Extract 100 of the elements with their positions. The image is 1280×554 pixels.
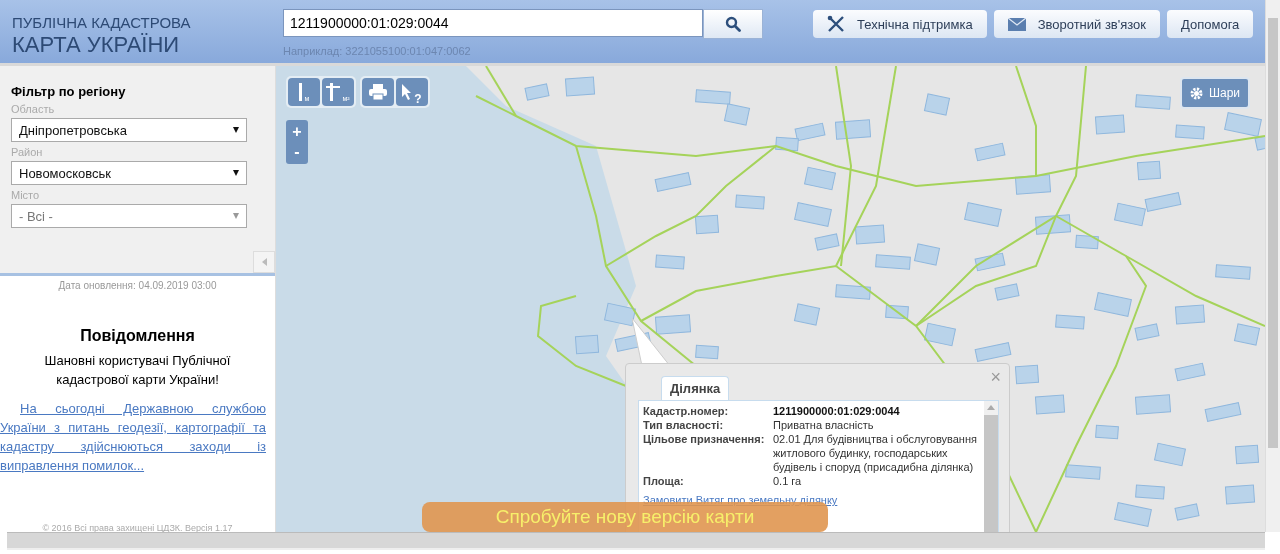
- land-parcel[interactable]: [913, 243, 941, 266]
- filter-label: Район: [11, 146, 44, 158]
- field-value: Приватна власність: [773, 418, 875, 432]
- land-parcel[interactable]: [654, 172, 692, 192]
- land-parcel[interactable]: [875, 254, 911, 270]
- header-button[interactable]: Зворотний зв'язок: [993, 10, 1161, 38]
- land-parcel[interactable]: [1234, 444, 1260, 465]
- land-parcel[interactable]: [735, 194, 765, 210]
- land-parcel[interactable]: [1224, 112, 1262, 137]
- land-parcel[interactable]: [695, 344, 719, 360]
- land-parcel[interactable]: [1204, 402, 1242, 422]
- land-parcel[interactable]: [1215, 264, 1251, 280]
- land-parcel[interactable]: [1014, 174, 1052, 195]
- land-parcel[interactable]: [1134, 323, 1160, 341]
- land-parcel[interactable]: [574, 334, 600, 355]
- land-parcel[interactable]: [1114, 202, 1146, 227]
- land-parcel[interactable]: [974, 252, 1006, 272]
- header-button[interactable]: Технічна підтримка: [813, 10, 987, 38]
- land-parcel[interactable]: [1174, 362, 1206, 382]
- land-parcel[interactable]: [793, 303, 821, 326]
- land-parcel[interactable]: [1144, 192, 1182, 212]
- tools-icon: [827, 15, 845, 33]
- up-arrow-icon: [987, 405, 995, 410]
- notice-text: Шановні користувачі Публічної кадастрової карти України!: [43, 352, 232, 389]
- land-parcel[interactable]: [1034, 214, 1072, 235]
- land-parcel[interactable]: [794, 122, 826, 142]
- caret-icon: [233, 127, 239, 133]
- zoom-in-button[interactable]: +: [288, 122, 306, 142]
- envelope-icon: [1007, 17, 1026, 31]
- land-parcel[interactable]: [654, 314, 692, 335]
- field-value: 1211900000:01:029:0044: [773, 404, 901, 418]
- filter-label: Область: [11, 103, 56, 115]
- land-parcel[interactable]: [1224, 484, 1256, 505]
- update-date: Дата оновлення: 04.09.2019 03:00: [57, 280, 218, 291]
- land-parcel[interactable]: [1094, 114, 1126, 135]
- collapse-button[interactable]: [253, 251, 275, 273]
- search-button[interactable]: [703, 9, 763, 39]
- land-parcel[interactable]: [1175, 124, 1205, 140]
- land-parcel[interactable]: [655, 254, 685, 270]
- land-parcel[interactable]: [1094, 292, 1132, 317]
- land-parcel[interactable]: [1135, 484, 1165, 500]
- land-parcel[interactable]: [524, 83, 550, 101]
- cursor-icon: [402, 84, 413, 100]
- select-dropdown[interactable]: Дніпропетровська: [11, 118, 247, 142]
- land-parcel[interactable]: [994, 283, 1020, 301]
- land-parcel[interactable]: [1174, 304, 1206, 325]
- land-parcel[interactable]: [1233, 323, 1261, 346]
- land-parcel[interactable]: [835, 284, 871, 300]
- land-parcel[interactable]: [1055, 314, 1085, 330]
- logo-title: ПУБЛІЧНА КАДАСТРОВА: [12, 14, 192, 31]
- land-parcel[interactable]: [695, 89, 731, 105]
- scrollbar[interactable]: [1265, 0, 1280, 532]
- land-parcel[interactable]: [854, 224, 886, 245]
- identify-button[interactable]: ?: [396, 78, 428, 106]
- left-arrow-icon: [261, 258, 267, 266]
- popup-tab[interactable]: Ділянка: [661, 376, 730, 400]
- layers-button[interactable]: Шари: [1180, 77, 1251, 109]
- land-parcel[interactable]: [1134, 394, 1172, 415]
- field-label: Площа:: [643, 474, 685, 488]
- land-parcel[interactable]: [974, 142, 1006, 162]
- field-value: 0.1 га: [773, 474, 803, 488]
- select-dropdown[interactable]: Новомосковськ: [11, 161, 247, 185]
- search-field[interactable]: 1211900000:01:029:0044: [283, 9, 703, 37]
- land-parcel[interactable]: [814, 233, 840, 251]
- zoom-out-button[interactable]: -: [288, 142, 306, 162]
- land-parcel[interactable]: [604, 302, 636, 327]
- caret-icon: [233, 213, 239, 219]
- caret-icon: [233, 170, 239, 176]
- land-parcel[interactable]: [964, 202, 1002, 227]
- ruler-icon: [298, 83, 303, 101]
- notice-title: Повідомлення: [79, 327, 196, 345]
- land-parcel[interactable]: [1014, 364, 1040, 385]
- land-parcel[interactable]: [924, 322, 956, 347]
- close-button[interactable]: ×: [990, 368, 1001, 386]
- land-parcel[interactable]: [1135, 94, 1171, 110]
- land-parcel[interactable]: [834, 119, 872, 140]
- field-label: Кадастр.номер:: [643, 404, 730, 418]
- land-parcel[interactable]: [564, 76, 596, 97]
- filter-title: Фільтр по регіону: [11, 84, 127, 99]
- land-parcel[interactable]: [694, 214, 720, 235]
- gear-icon: [1190, 86, 1203, 100]
- field-label: Цільове призначення:: [643, 432, 766, 447]
- land-parcel[interactable]: [794, 202, 832, 227]
- land-parcel[interactable]: [1154, 442, 1186, 467]
- header-button[interactable]: Допомога: [1167, 10, 1254, 38]
- land-parcel[interactable]: [804, 166, 836, 191]
- field-label: Тип власності:: [643, 418, 725, 432]
- notice-link[interactable]: На сьогодні Державною службою України з питань геодезії, картографії та кадастру здійснюються заходи із виправлення помилок...: [0, 399, 266, 475]
- land-parcel[interactable]: [923, 93, 951, 116]
- land-parcel[interactable]: [1095, 424, 1119, 440]
- search-icon: [725, 16, 741, 32]
- print-button[interactable]: [362, 78, 394, 106]
- scrollbar[interactable]: [7, 532, 1265, 550]
- filter-label: Місто: [11, 189, 41, 201]
- land-parcel[interactable]: [1034, 394, 1066, 415]
- land-parcel[interactable]: [723, 103, 751, 126]
- land-parcel[interactable]: [1136, 160, 1162, 181]
- land-parcel[interactable]: [1114, 502, 1152, 527]
- land-parcel[interactable]: [1065, 464, 1101, 480]
- land-parcel[interactable]: [1174, 503, 1200, 521]
